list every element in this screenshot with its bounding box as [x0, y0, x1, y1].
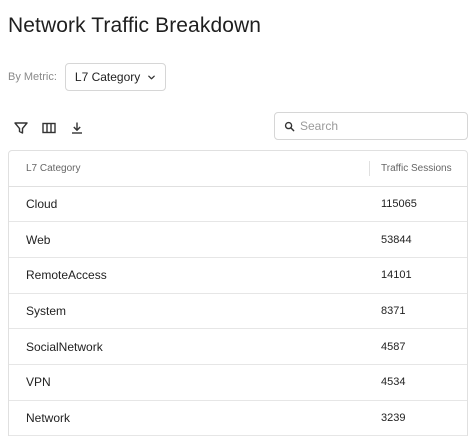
table-row[interactable]: Cloud 115065 [9, 186, 467, 223]
column-header-traffic-sessions[interactable]: Traffic Sessions [369, 151, 467, 187]
category-cell: SocialNetwork [9, 328, 369, 365]
filter-icon[interactable] [12, 119, 30, 137]
search-box[interactable] [274, 112, 468, 140]
table-row[interactable]: SocialNetwork 4587 [9, 328, 467, 365]
category-cell: Web [9, 221, 369, 258]
table-row[interactable]: Web 53844 [9, 221, 467, 258]
metric-dropdown[interactable]: L7 Category [64, 63, 167, 91]
table-toolbar [12, 118, 86, 138]
table-row[interactable]: RemoteAccess 14101 [9, 257, 467, 294]
category-cell: Network [9, 400, 369, 436]
metric-label: By Metric: [8, 71, 57, 83]
sessions-cell: 14101 [369, 257, 467, 294]
metric-dropdown-value: L7 Category [74, 70, 141, 84]
sessions-cell: 115065 [369, 186, 467, 223]
search-icon [284, 121, 295, 132]
table-header-row: L7 Category Traffic Sessions [9, 151, 467, 187]
sessions-cell: 8371 [369, 293, 467, 330]
download-icon[interactable] [68, 119, 86, 137]
page-title: Network Traffic Breakdown [8, 14, 262, 37]
category-cell: System [9, 293, 369, 330]
category-cell: Cloud [9, 186, 369, 223]
sessions-cell: 53844 [369, 221, 467, 258]
category-cell: VPN [9, 364, 369, 401]
sessions-cell: 4534 [369, 364, 467, 401]
table-row[interactable]: VPN 4534 [9, 364, 467, 401]
columns-icon[interactable] [40, 119, 58, 137]
metric-selector-row: By Metric: L7 Category [8, 63, 167, 91]
column-header-l7-category[interactable]: L7 Category [9, 151, 369, 187]
sessions-cell: 3239 [369, 400, 467, 436]
search-input[interactable] [300, 119, 460, 133]
table-row[interactable]: Network 3239 [9, 400, 467, 436]
traffic-table: L7 Category Traffic Sessions Cloud 11506… [8, 150, 468, 436]
category-cell: RemoteAccess [9, 257, 369, 294]
sessions-cell: 4587 [369, 328, 467, 365]
table-row[interactable]: System 8371 [9, 293, 467, 330]
chevron-down-icon [146, 72, 156, 82]
